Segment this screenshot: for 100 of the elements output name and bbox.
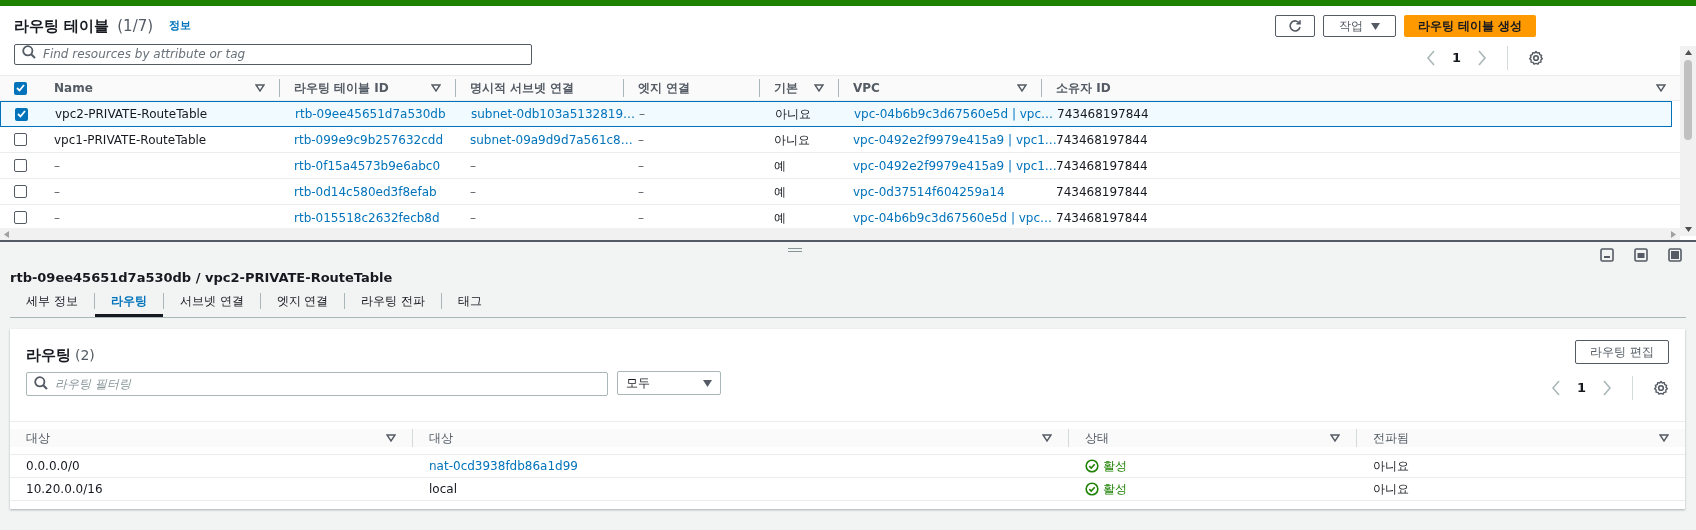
sort-icon[interactable] — [1042, 434, 1052, 442]
check-circle-icon — [1085, 459, 1099, 473]
table-cell: 10.20.0.0/16 — [26, 482, 103, 496]
column-header[interactable]: 대상 — [429, 429, 453, 447]
tab[interactable]: 서브넷 연결 — [163, 287, 260, 317]
table-cell: 예 — [774, 158, 786, 173]
sort-icon[interactable] — [1656, 84, 1666, 92]
info-link[interactable]: 정보 — [169, 17, 192, 35]
table-cell: – — [54, 158, 60, 173]
actions-dropdown[interactable]: 작업 — [1323, 15, 1396, 37]
page-number[interactable]: 1 — [1447, 48, 1465, 68]
panel-half-icon[interactable] — [1634, 248, 1648, 262]
table-cell: 743468197844 — [1056, 158, 1148, 173]
table-cell: 아니요 — [774, 132, 810, 147]
filter-dropdown[interactable]: 모두 — [617, 371, 721, 395]
status-text: 활성 — [1103, 458, 1127, 475]
table-row[interactable]: vpc2-PRIVATE-RouteTable rtb-09ee45651d7a530db subnet-0db103a5132819… – 아니요 vpc-04b6b9c3d67560e5d | vpc… 743468197844 — [0, 101, 1672, 127]
column-header[interactable]: 엣지 연결 — [638, 79, 691, 97]
link[interactable]: vpc-0492e2f9979e415a9 | vpc1… — [853, 158, 1057, 173]
edit-routes-button[interactable]: 라우팅 편집 — [1575, 340, 1669, 364]
table-cell: – — [638, 210, 644, 225]
tab[interactable]: 세부 정보 — [10, 287, 94, 317]
link[interactable]: rtb-0d14c580ed3f8efab — [294, 184, 437, 199]
page-number[interactable]: 1 — [1572, 378, 1590, 398]
link[interactable]: vpc-0d37514f604259a14 — [853, 184, 1005, 199]
table-cell: 아니요 — [775, 107, 811, 121]
tab[interactable]: 엣지 연결 — [260, 287, 345, 317]
table-cell: – — [639, 107, 645, 121]
table-cell: 예 — [774, 210, 786, 225]
sort-icon[interactable] — [1017, 84, 1027, 92]
link[interactable]: nat-0cd3938fdb86a1d99 — [429, 459, 578, 473]
checkbox[interactable] — [13, 133, 27, 146]
check-circle-icon — [1085, 482, 1099, 496]
checkbox[interactable] — [13, 159, 27, 172]
link[interactable]: subnet-09a9d9d7a561c8… — [470, 132, 633, 147]
panel-bottom-icon[interactable] — [1600, 248, 1614, 262]
table-cell: vpc2-PRIVATE-RouteTable — [55, 107, 208, 121]
table-cell: – — [54, 184, 60, 199]
column-header[interactable]: 라우팅 테이블 ID — [294, 79, 389, 97]
search-field[interactable]: Find resources by attribute or tag — [14, 43, 532, 65]
column-header[interactable]: 상태 — [1085, 429, 1109, 447]
column-header[interactable]: 명시적 서브넷 연결 — [470, 79, 575, 97]
table-cell: local — [429, 482, 457, 496]
scroll-down-icon[interactable] — [1684, 227, 1692, 232]
table-cell: 아니요 — [1373, 459, 1409, 473]
column-header[interactable]: 전파됨 — [1373, 429, 1409, 447]
refresh-button[interactable] — [1275, 15, 1315, 37]
create-route-table-button[interactable]: 라우팅 테이블 생성 — [1404, 15, 1536, 37]
caret-icon — [1371, 22, 1380, 30]
table-cell: 743468197844 — [1056, 132, 1148, 147]
table-cell: – — [470, 184, 476, 199]
count-label: (1/7) — [117, 15, 154, 37]
link[interactable]: rtb-099e9c9b257632cdd — [294, 132, 443, 147]
sort-icon[interactable] — [1659, 434, 1669, 442]
table-cell: 743468197844 — [1057, 107, 1149, 121]
sort-icon[interactable] — [255, 84, 265, 92]
table-cell: – — [638, 132, 644, 147]
table-cell: 아니요 — [1373, 482, 1409, 496]
table-cell: – — [54, 210, 60, 225]
settings-icon[interactable] — [1528, 50, 1544, 66]
column-header[interactable]: 기본 — [774, 79, 798, 97]
scrollbar-thumb[interactable] — [1684, 60, 1692, 140]
link[interactable]: vpc-04b6b9c3d67560e5d | vpc… — [853, 210, 1053, 225]
caret-icon — [703, 379, 712, 387]
table-cell: 743468197844 — [1056, 210, 1148, 225]
vertical-scrollbar[interactable] — [1680, 46, 1696, 236]
link[interactable]: rtb-0f15a4573b9e6abc0 — [294, 158, 441, 173]
section-title: 라우팅 — [26, 344, 71, 366]
sort-icon[interactable] — [814, 84, 824, 92]
sort-icon[interactable] — [1330, 434, 1340, 442]
sort-icon[interactable] — [431, 84, 441, 92]
link[interactable]: subnet-0db103a5132819… — [471, 107, 636, 121]
table-cell: – — [470, 158, 476, 173]
column-header[interactable]: Name — [54, 79, 93, 97]
link[interactable]: rtb-09ee45651d7a530db — [295, 107, 446, 121]
table-cell: – — [470, 210, 476, 225]
link[interactable]: rtb-015518c2632fecb8d — [294, 210, 440, 225]
count-label: (2) — [75, 345, 95, 365]
column-header[interactable]: VPC — [853, 79, 880, 97]
column-header[interactable]: 소유자 ID — [1056, 79, 1111, 97]
tab[interactable]: 라우팅 — [94, 287, 163, 317]
column-header[interactable]: 대상 — [26, 429, 50, 447]
checkbox[interactable] — [13, 185, 27, 198]
table-cell: vpc1-PRIVATE-RouteTable — [54, 132, 207, 147]
table-cell: – — [638, 158, 644, 173]
settings-icon[interactable] — [1653, 380, 1669, 396]
checkbox[interactable] — [14, 107, 28, 121]
table-cell: 예 — [774, 184, 786, 199]
scroll-up-icon[interactable] — [1684, 50, 1692, 55]
link[interactable]: vpc-04b6b9c3d67560e5d | vpc… — [854, 107, 1054, 121]
tab[interactable]: 태그 — [442, 287, 499, 317]
checkbox[interactable] — [13, 211, 27, 224]
panel-full-icon[interactable] — [1668, 248, 1682, 262]
sort-icon[interactable] — [386, 434, 396, 442]
detail-title: rtb-09ee45651d7a530db / vpc2-PRIVATE-RouteTable — [10, 269, 394, 287]
checkbox[interactable] — [13, 81, 27, 95]
link[interactable]: vpc-0492e2f9979e415a9 | vpc1… — [853, 132, 1057, 147]
resize-handle[interactable] — [788, 248, 802, 252]
tab[interactable]: 라우팅 전파 — [345, 287, 442, 317]
filter-field[interactable]: 라우팅 필터링 — [26, 372, 608, 396]
